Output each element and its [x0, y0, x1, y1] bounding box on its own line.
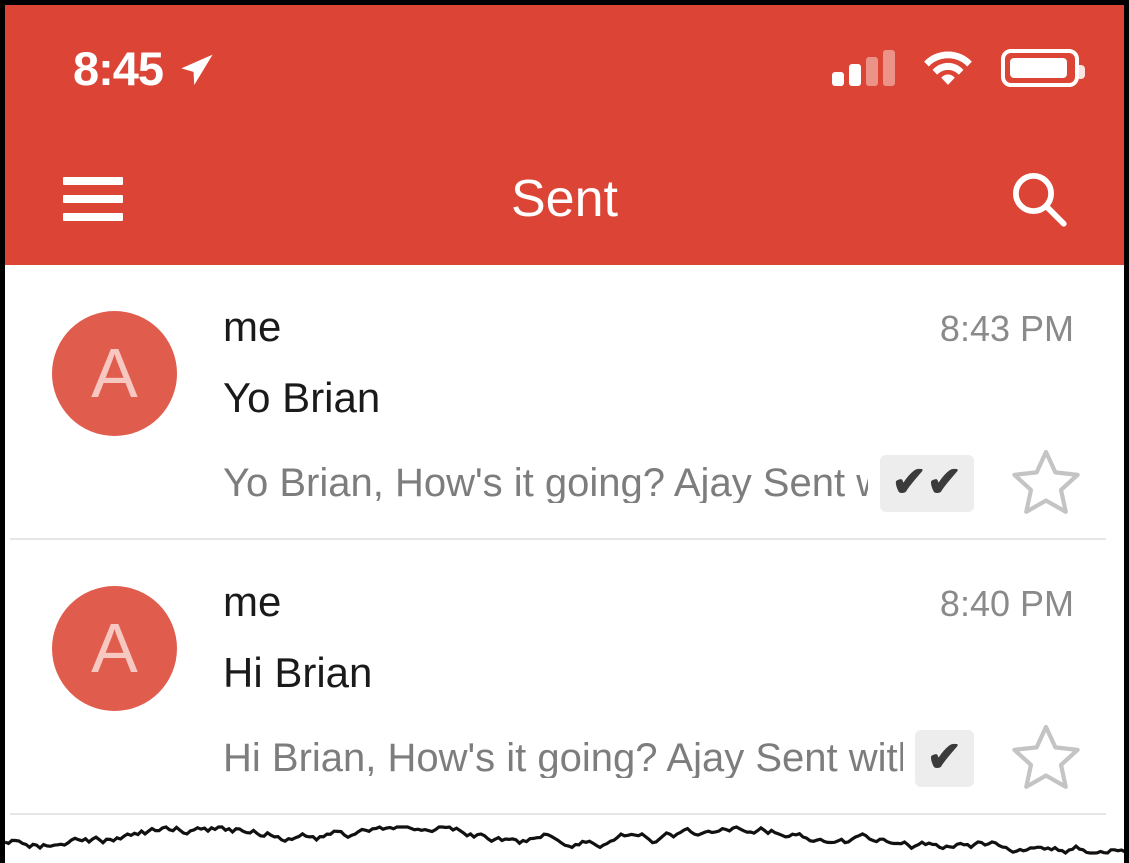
timestamp: 8:43 PM [939, 308, 1074, 349]
location-arrow-icon [181, 54, 213, 85]
search-glyph [1013, 173, 1067, 227]
double-check-icon: ✔✔ [891, 457, 962, 505]
delivery-status-badge: ✔✔ [879, 454, 974, 512]
avatar-initial: A [91, 333, 138, 412]
sender-name: me [223, 578, 282, 625]
message-snippet: Hi Brian, How's it going? Ajay Sent with… [223, 738, 903, 779]
star-glyph [1012, 724, 1080, 790]
list-divider [10, 813, 1106, 815]
list-item-preview-row: Yo Brian, How's it going? Ajay Sent wi..… [223, 447, 1084, 519]
list-item[interactable]: A me 8:40 PM Hi Brian Hi Brian, How's it… [5, 540, 1124, 815]
message-snippet: Yo Brian, How's it going? Ajay Sent wi..… [223, 463, 868, 504]
star-outline-icon[interactable] [1008, 447, 1084, 519]
phone-screenshot: 8:45 Sent A me 8:43 PM Yo Brian Yo Brian… [0, 0, 1129, 863]
avatar-initial: A [91, 608, 138, 687]
single-check-icon: ✔ [926, 732, 962, 780]
list-item-body: me 8:40 PM Hi Brian Hi Brian, How's it g… [223, 578, 1084, 794]
list-item-header-row: me 8:43 PM [223, 303, 1084, 350]
cellular-signal-icon [832, 50, 895, 86]
status-bar: 8:45 [5, 5, 1124, 133]
avatar: A [52, 586, 177, 711]
list-item-preview-row: Hi Brian, How's it going? Ajay Sent with… [223, 722, 1084, 794]
status-bar-left: 8:45 [73, 45, 217, 92]
delivery-status-badge: ✔ [914, 729, 974, 787]
nav-bar: Sent [5, 133, 1124, 265]
sender-name: me [223, 303, 282, 350]
app-bar: 8:45 Sent [5, 5, 1124, 265]
subject-line: Yo Brian [223, 374, 381, 422]
subject-line: Hi Brian [223, 649, 373, 697]
avatar: A [52, 311, 177, 436]
page-title: Sent [511, 170, 618, 228]
star-glyph [1012, 449, 1080, 515]
timestamp: 8:40 PM [939, 583, 1074, 624]
list-item-body: me 8:43 PM Yo Brian Yo Brian, How's it g… [223, 303, 1084, 519]
battery-icon [1001, 49, 1085, 87]
message-list: A me 8:43 PM Yo Brian Yo Brian, How's it… [5, 265, 1124, 863]
list-item[interactable]: A me 8:43 PM Yo Brian Yo Brian, How's it… [5, 265, 1124, 540]
star-outline-icon[interactable] [1008, 722, 1084, 794]
list-item-header-row: me 8:40 PM [223, 578, 1084, 625]
status-time: 8:45 [73, 42, 164, 95]
wifi-icon [924, 51, 972, 85]
search-icon[interactable] [1004, 164, 1074, 234]
status-bar-right [832, 49, 1085, 87]
